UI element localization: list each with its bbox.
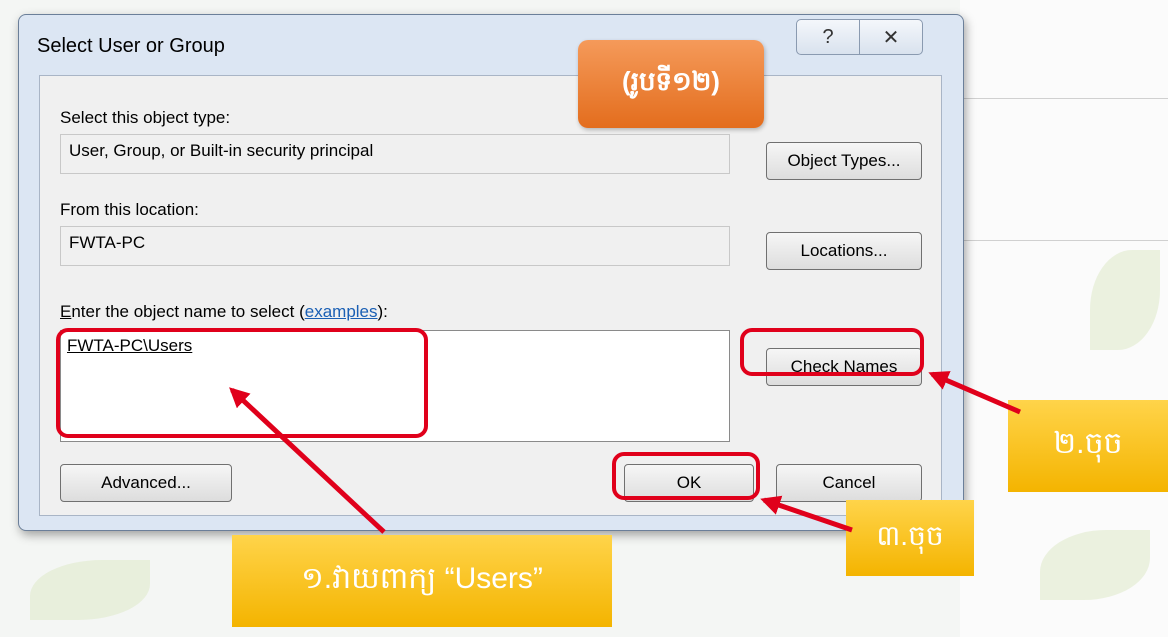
- step1-arrow: [229, 387, 386, 534]
- step3-arrow: [760, 495, 853, 533]
- annotation-arrows: [229, 371, 1021, 534]
- step2-arrow: [928, 371, 1021, 415]
